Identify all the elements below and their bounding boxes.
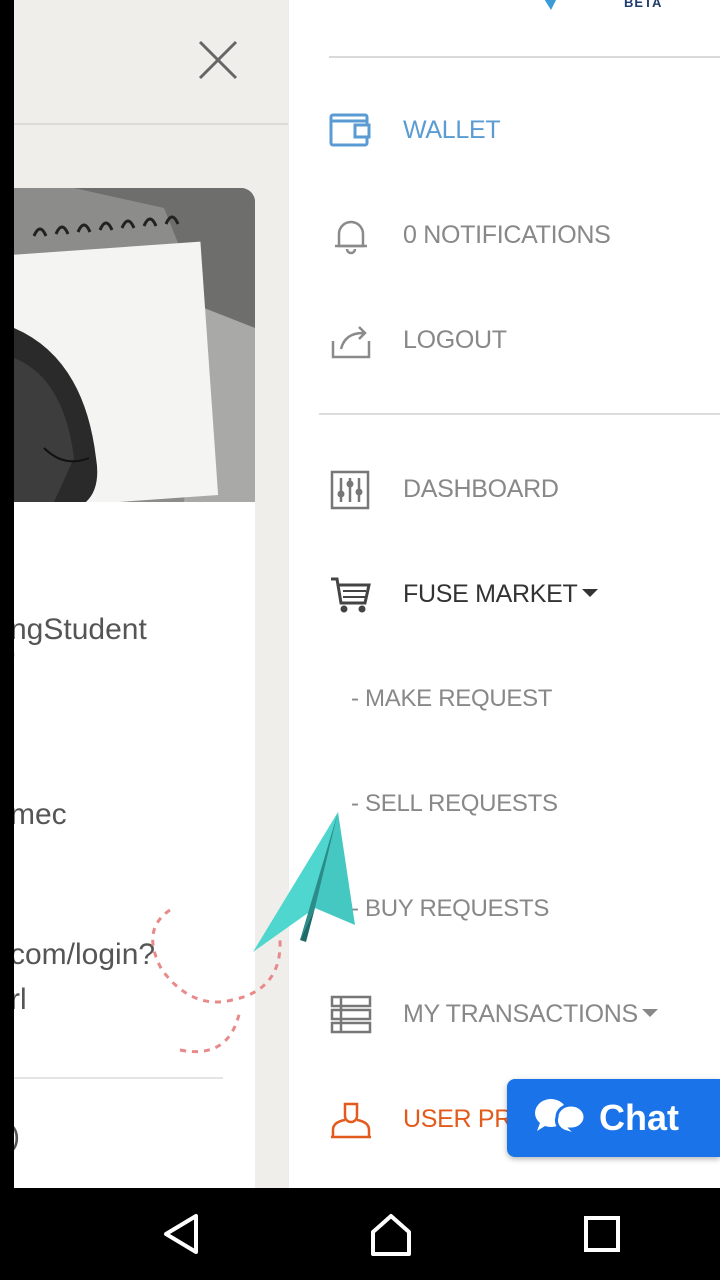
screen-edge [0, 0, 14, 1188]
menu-label: USER PR [403, 1104, 513, 1133]
card-text-line: com/login? [14, 938, 156, 971]
menu-item-logout[interactable]: LOGOUT [289, 305, 720, 375]
submenu-item-sell-requests[interactable]: - SELL REQUESTS [289, 769, 720, 839]
close-icon[interactable] [196, 38, 240, 82]
menu-label: 0 NOTIFICATIONS [403, 220, 611, 249]
menu-item-wallet[interactable]: WALLET [289, 95, 720, 165]
menu-label: WALLET [403, 115, 501, 144]
divider [329, 56, 720, 58]
divider [319, 413, 720, 415]
card-text-line: mec [14, 798, 67, 831]
page-header [14, 0, 288, 125]
card-text-line: rl [14, 983, 27, 1016]
post-image [14, 188, 255, 502]
card-text-line: ngStudent [14, 613, 147, 646]
menu-item-notifications[interactable]: 0 NOTIFICATIONS [289, 200, 720, 270]
submenu-label: - BUY REQUESTS [351, 895, 550, 922]
screen: ngStudent ' mec com/login? rl ) BETA WAL… [0, 0, 720, 1188]
bell-icon [335, 220, 367, 255]
logo-icon [544, 0, 556, 10]
back-icon[interactable] [158, 1210, 206, 1258]
sliders-icon [330, 470, 370, 510]
logout-icon [331, 326, 371, 359]
menu-label-text: MY TRANSACTIONS [403, 999, 638, 1028]
recents-icon[interactable] [578, 1210, 626, 1258]
system-navigation-bar [0, 1188, 720, 1280]
menu-label: MY TRANSACTIONS [403, 1000, 658, 1029]
menu-item-my-transactions[interactable]: MY TRANSACTIONS [289, 979, 720, 1049]
menu-label: FUSE MARKET [403, 580, 598, 609]
cart-icon [331, 577, 371, 613]
card-text-line: ) [14, 1120, 20, 1154]
wallet-icon [329, 113, 371, 147]
chat-label: Chat [599, 1097, 679, 1138]
submenu-item-make-request[interactable]: - MAKE REQUEST [289, 664, 720, 734]
user-icon [331, 1102, 371, 1139]
menu-label: DASHBOARD [403, 474, 559, 503]
menu-item-fuse-market[interactable]: FUSE MARKET [289, 559, 720, 629]
chat-button[interactable]: Chat [507, 1079, 720, 1157]
menu-label: LOGOUT [403, 325, 507, 354]
submenu-item-buy-requests[interactable]: - BUY REQUESTS [289, 874, 720, 944]
menu-label-text: FUSE MARKET [403, 579, 578, 608]
post-card: ngStudent ' mec com/login? rl ) [14, 188, 255, 1188]
caret-down-icon [581, 588, 598, 597]
divider [14, 1077, 223, 1079]
caret-down-icon [641, 1008, 658, 1017]
home-icon[interactable] [367, 1210, 415, 1258]
list-icon [330, 995, 372, 1034]
submenu-label: - SELL REQUESTS [351, 790, 558, 817]
submenu-label: - MAKE REQUEST [351, 685, 553, 712]
menu-item-dashboard[interactable]: DASHBOARD [289, 454, 720, 524]
beta-badge: BETA [624, 0, 663, 10]
card-text-line: ' [14, 648, 16, 682]
navigation-drawer: BETA WALLET 0 NOTIFICATIONS LOGOUT DASHB… [288, 0, 720, 1188]
background-page: ngStudent ' mec com/login? rl ) [14, 0, 288, 1188]
chat-bubbles-icon [535, 1099, 587, 1137]
